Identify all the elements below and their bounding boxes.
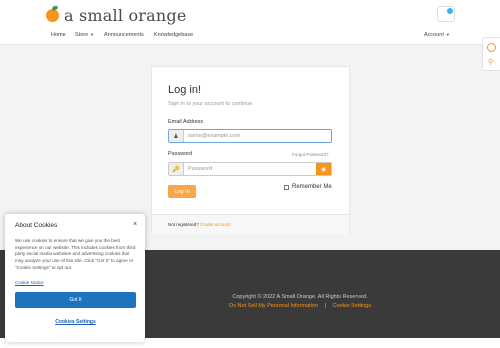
chevron-down-icon: ▼ bbox=[445, 32, 450, 37]
login-button[interactable]: Log In bbox=[168, 185, 196, 198]
footer-separator: | bbox=[324, 303, 326, 309]
orange-logo-icon bbox=[46, 8, 59, 22]
email-input[interactable] bbox=[184, 130, 331, 142]
close-icon[interactable]: × bbox=[133, 221, 137, 228]
eye-icon[interactable]: ◉ bbox=[316, 163, 331, 175]
side-widget[interactable]: ⚲ bbox=[482, 37, 500, 71]
cookie-body: We use cookies to ensure that we give yo… bbox=[15, 238, 136, 270]
cookie-notice-link[interactable]: Cookie Notice bbox=[15, 280, 44, 285]
nav-account[interactable]: Account ▼ bbox=[424, 32, 450, 38]
logo[interactable]: a small orange bbox=[46, 5, 187, 25]
email-label: Email Address bbox=[168, 119, 204, 125]
register-prompt: Not registered? Create account bbox=[168, 222, 231, 227]
password-label: Password bbox=[168, 151, 193, 157]
link-icon[interactable]: ⚲ bbox=[488, 58, 493, 66]
key-icon: 🔑 bbox=[169, 163, 184, 175]
main-nav: Home Store ▼ Announcements Knowledgebase … bbox=[0, 28, 500, 44]
login-card: Log in! Sign in to your account to conti… bbox=[151, 66, 350, 234]
cookies-settings-button[interactable]: Cookies Settings bbox=[15, 316, 136, 328]
login-subtitle: Sign in to your account to continue bbox=[168, 101, 253, 107]
user-icon: ♟ bbox=[169, 130, 184, 142]
cookie-banner: About Cookies × We use cookies to ensure… bbox=[5, 214, 145, 342]
remember-me-label: Remember Me bbox=[292, 184, 332, 190]
nav-account-label: Account bbox=[424, 32, 444, 38]
nav-store-label: Store bbox=[75, 32, 89, 38]
header-divider bbox=[0, 44, 500, 45]
got-it-button[interactable]: Got It bbox=[15, 292, 136, 308]
cart-badge bbox=[447, 8, 453, 14]
forgot-password-link[interactable]: Forgot Password? bbox=[292, 152, 329, 157]
nav-home[interactable]: Home bbox=[51, 32, 66, 38]
support-icon[interactable] bbox=[487, 43, 496, 52]
card-footer: Not registered? Create account bbox=[152, 214, 349, 234]
chevron-down-icon: ▼ bbox=[90, 32, 95, 37]
nav-announcements[interactable]: Announcements bbox=[104, 32, 144, 38]
remember-me[interactable]: Remember Me bbox=[284, 184, 332, 190]
cookie-title: About Cookies bbox=[15, 222, 58, 229]
create-account-link[interactable]: Create account bbox=[200, 222, 231, 227]
login-title: Log in! bbox=[168, 84, 202, 96]
nav-store[interactable]: Store ▼ bbox=[75, 32, 94, 38]
email-input-group: ♟ bbox=[168, 129, 332, 143]
not-registered-text: Not registered? bbox=[168, 222, 199, 227]
cookie-settings-link[interactable]: Cookie Settings bbox=[332, 303, 371, 309]
dnsmpi-link[interactable]: Do Not Sell My Personal Information bbox=[229, 303, 318, 309]
brand-name: a small orange bbox=[64, 5, 187, 25]
password-input[interactable] bbox=[184, 163, 316, 175]
password-input-group: 🔑 ◉ bbox=[168, 162, 332, 176]
site-header: a small orange Home Store ▼ Announcements… bbox=[0, 0, 500, 44]
nav-knowledgebase[interactable]: Knowledgebase bbox=[154, 32, 193, 38]
remember-me-checkbox[interactable] bbox=[284, 184, 289, 190]
